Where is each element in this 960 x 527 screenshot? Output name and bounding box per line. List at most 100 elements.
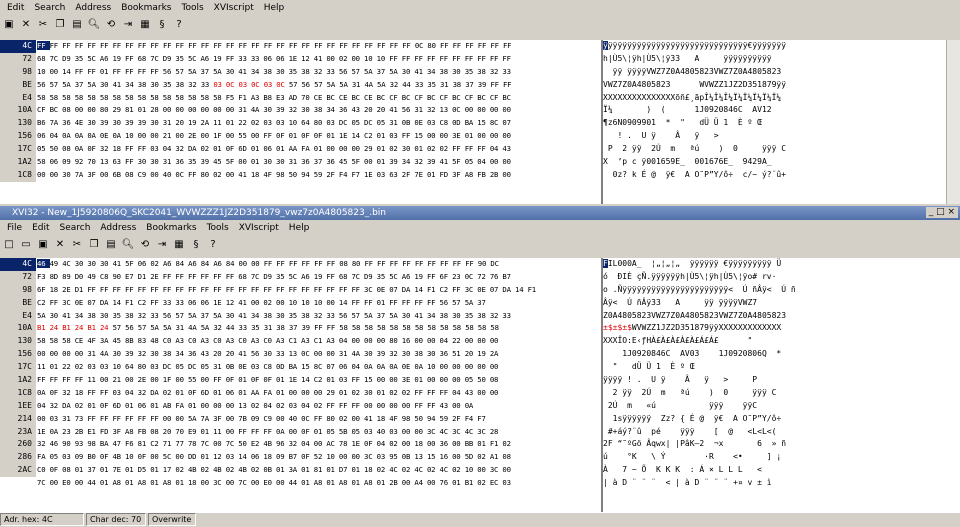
hex-byte[interactable]: FF bbox=[327, 323, 340, 332]
hex-byte[interactable]: 03 bbox=[239, 80, 252, 89]
hex-byte[interactable]: FF bbox=[364, 41, 377, 50]
ascii-row[interactable]: 1sÿÿÿÿÿÿ Zz? { É @ ÿ€ A O˜P”Y/ô÷ bbox=[603, 413, 948, 426]
hex-byte[interactable]: FF bbox=[465, 259, 478, 268]
hex-byte[interactable]: 58 bbox=[478, 323, 491, 332]
hex-byte[interactable]: FF bbox=[314, 259, 327, 268]
hex-byte[interactable]: FF bbox=[213, 41, 226, 50]
save-icon[interactable]: ▣ bbox=[36, 238, 50, 252]
save-icon[interactable]: ▣ bbox=[2, 18, 16, 32]
hex-byte[interactable]: 08 bbox=[339, 259, 352, 268]
goto-icon[interactable]: ⇥ bbox=[121, 18, 135, 32]
hex-byte[interactable]: FF bbox=[276, 41, 289, 50]
hex-byte[interactable]: FF bbox=[251, 41, 264, 50]
hex-byte[interactable]: 37 bbox=[289, 323, 302, 332]
hex-byte[interactable]: 38 bbox=[138, 80, 151, 89]
ascii-row[interactable]: ÿÿÿÿÿÿÿÿÿÿÿÿÿÿÿÿÿÿÿÿÿÿÿÿÿÿÿÿÿÿ€ÿÿÿÿÿÿÿ bbox=[603, 40, 948, 53]
replace-icon[interactable]: ⟲ bbox=[104, 18, 118, 32]
hex-row[interactable]: 58 58 58 58 58 58 58 58 58 58 58 58 58 5… bbox=[37, 92, 597, 105]
hex-byte[interactable]: 33 bbox=[415, 80, 428, 89]
hex-byte[interactable]: FF bbox=[163, 41, 176, 50]
hex-row[interactable]: 11 01 22 02 03 03 10 64 80 03 DC 05 DC 0… bbox=[37, 361, 597, 374]
ascii-row[interactable]: 2Ú m «ú ÿÿÿ ÿÿC bbox=[603, 400, 948, 413]
hex-byte[interactable]: 4A bbox=[188, 323, 201, 332]
hex-row[interactable]: 0A 0F 32 18 FF FF 03 04 32 DA 02 01 0F 6… bbox=[37, 387, 597, 400]
top-menu-edit[interactable]: Edit bbox=[2, 3, 29, 13]
hex-byte[interactable]: FF bbox=[503, 41, 512, 50]
hex-byte[interactable]: 35 bbox=[427, 80, 440, 89]
hex-byte[interactable]: FF bbox=[62, 41, 75, 50]
hex-byte[interactable]: 30 bbox=[87, 259, 100, 268]
hex-byte[interactable]: 58 bbox=[427, 323, 440, 332]
ascii-row[interactable]: Z0A4805823VWZ7Z0A4805823VWZ7Z0A4805823 bbox=[603, 310, 948, 323]
hex-byte[interactable]: 57 bbox=[289, 80, 302, 89]
hex-byte[interactable]: 5A bbox=[62, 80, 75, 89]
hex-byte[interactable]: 58 bbox=[339, 323, 352, 332]
script-icon[interactable]: § bbox=[155, 18, 169, 32]
copy-icon[interactable]: ❐ bbox=[87, 238, 101, 252]
hex-byte[interactable]: 5A bbox=[201, 323, 214, 332]
hex-byte[interactable]: 57 bbox=[138, 323, 151, 332]
hex-byte[interactable]: FF bbox=[339, 41, 352, 50]
hex-byte[interactable]: FF bbox=[490, 80, 503, 89]
hex-byte[interactable]: 56 bbox=[301, 80, 314, 89]
hex-byte[interactable]: 4C bbox=[62, 259, 75, 268]
hex-row[interactable]: C0 0F 08 01 37 01 7E 01 D5 01 17 02 4B 0… bbox=[37, 464, 597, 477]
hex-byte[interactable]: FF bbox=[289, 41, 302, 50]
bottom-menu-file[interactable]: File bbox=[2, 223, 27, 233]
ascii-row[interactable]: ÿÿÿÿ ! . U ÿ Â ÿ > P bbox=[603, 374, 948, 387]
hex-row[interactable]: 58 06 09 92 70 13 63 FF 30 30 31 36 35 3… bbox=[37, 156, 597, 169]
hex-byte[interactable]: 58 bbox=[440, 323, 453, 332]
hex-row[interactable]: B6 7A 36 4E 30 39 30 39 39 30 31 20 19 2… bbox=[37, 117, 597, 130]
hex-byte[interactable]: FF bbox=[188, 41, 201, 50]
hex-byte[interactable]: 24 bbox=[75, 323, 88, 332]
hex-byte[interactable]: B1 bbox=[37, 323, 50, 332]
top-menu-help[interactable]: Help bbox=[259, 3, 290, 13]
bookmark-icon[interactable]: ▦ bbox=[172, 238, 186, 252]
hex-byte[interactable]: B1 bbox=[87, 323, 100, 332]
hex-byte[interactable]: 06 bbox=[138, 259, 151, 268]
hex-byte[interactable]: FF bbox=[50, 41, 63, 50]
top-menu-address[interactable]: Address bbox=[70, 3, 116, 13]
hex-byte[interactable]: 0C bbox=[415, 41, 428, 50]
hex-byte[interactable]: 41 bbox=[113, 80, 126, 89]
ascii-row[interactable]: o .Ñÿÿÿÿÿÿÿÿÿÿÿÿÿÿÿÿÿÿÿÿÿÿ< Ú ñÂÿ< Ú ñ bbox=[603, 284, 948, 297]
ascii-row[interactable]: Ï¼ ) ( 1J0920846C AV12 bbox=[603, 104, 948, 117]
hex-byte[interactable]: FF bbox=[364, 259, 377, 268]
hex-row[interactable]: 46 49 4C 30 30 30 41 5F 06 02 A6 84 A6 8… bbox=[37, 258, 597, 271]
top-menu-bookmarks[interactable]: Bookmarks bbox=[116, 3, 176, 13]
ascii-row[interactable]: | à D ¨ ¨ ¨ < | à D ¨ ¨ ¨ +¤ v ± ì bbox=[603, 477, 948, 490]
hex-byte[interactable]: FF bbox=[125, 41, 138, 50]
bottom-hex-column[interactable]: 46 49 4C 30 30 30 41 5F 06 02 A6 84 A6 8… bbox=[37, 258, 597, 491]
hex-byte[interactable]: FF bbox=[289, 259, 302, 268]
new-file-icon[interactable]: □ bbox=[2, 238, 16, 252]
hex-byte[interactable]: 58 bbox=[364, 323, 377, 332]
hex-byte[interactable]: 84 bbox=[226, 259, 239, 268]
hex-byte[interactable]: 5A bbox=[327, 80, 340, 89]
hex-byte[interactable]: 4A bbox=[364, 80, 377, 89]
hex-byte[interactable]: FF bbox=[264, 41, 277, 50]
hex-byte[interactable]: FF bbox=[503, 80, 512, 89]
hex-byte[interactable]: 84 bbox=[201, 259, 214, 268]
hex-byte[interactable]: 5F bbox=[125, 259, 138, 268]
ascii-row[interactable]: XXXÎO:E‹ƒHÀ£À£À£À£À£Á£Á£ " bbox=[603, 335, 948, 348]
open-file-icon[interactable]: ▭ bbox=[19, 238, 33, 252]
top-ascii-column[interactable]: ÿÿÿÿÿÿÿÿÿÿÿÿÿÿÿÿÿÿÿÿÿÿÿÿÿÿÿÿÿÿ€ÿÿÿÿÿÿÿ h|… bbox=[601, 40, 948, 204]
hex-byte[interactable]: FF bbox=[150, 41, 163, 50]
hex-byte[interactable]: FF bbox=[390, 259, 403, 268]
hex-byte[interactable]: FF bbox=[402, 259, 415, 268]
hex-row[interactable]: 32 46 90 93 98 BA 47 F6 81 C2 71 77 78 7… bbox=[37, 438, 597, 451]
hex-byte[interactable]: 03 bbox=[264, 80, 277, 89]
hex-byte[interactable]: FF bbox=[176, 41, 189, 50]
hex-byte[interactable]: 31 bbox=[440, 80, 453, 89]
hex-byte[interactable]: 5A bbox=[377, 80, 390, 89]
hex-byte[interactable]: 00 bbox=[239, 259, 252, 268]
hex-row[interactable]: 04 32 DA 02 01 0F 6D 01 06 01 AB FA 01 0… bbox=[37, 400, 597, 413]
hex-byte[interactable]: FF bbox=[402, 41, 415, 50]
hex-byte[interactable]: 0C bbox=[251, 80, 264, 89]
hex-row[interactable]: 00 03 31 73 FF FF FF FF FF FF 00 00 5A 7… bbox=[37, 413, 597, 426]
ascii-row[interactable]: ! . U ÿ Â ÿ > bbox=[603, 130, 948, 143]
hex-byte[interactable]: 32 bbox=[213, 323, 226, 332]
hex-byte[interactable]: 57 bbox=[113, 323, 126, 332]
hex-byte[interactable]: FF bbox=[327, 259, 340, 268]
hex-byte[interactable]: 00 bbox=[251, 259, 264, 268]
